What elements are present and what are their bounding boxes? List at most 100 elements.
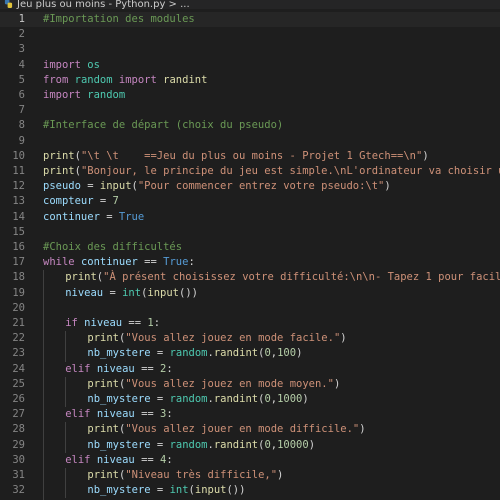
editor-tab[interactable]: Jeu plus ou moins - Python.py > ...: [0, 0, 190, 9]
code-line[interactable]: 14 continuer = True: [0, 210, 500, 225]
indent-guide: [65, 376, 66, 408]
code-token: print: [87, 332, 119, 345]
code-line[interactable]: 8 #Interface de départ (choix du pseudo): [0, 118, 500, 133]
code-text: elif niveau == 2:: [65, 362, 173, 377]
line-number: 17: [12, 256, 25, 269]
code-token: ): [308, 438, 316, 451]
code-line[interactable]: 26 nb_mystere = random.randint(0,1000): [0, 392, 500, 407]
code-line[interactable]: 12 pseudo = input("Pour commencer entrez …: [0, 179, 500, 194]
code-token: input: [99, 180, 132, 193]
code-token: niveau: [84, 317, 123, 329]
code-token: ): [302, 393, 309, 405]
code-line[interactable]: 13 compteur = 7: [0, 194, 500, 209]
code-line[interactable]: 16 #Choix des difficultés: [0, 240, 500, 255]
code-line[interactable]: 30 elif niveau == 4:: [0, 453, 500, 468]
code-line[interactable]: 21 if niveau == 1:: [0, 316, 500, 331]
code-line[interactable]: 18 print("À présent choisissez votre diff…: [0, 270, 500, 285]
code-line[interactable]: 20: [0, 301, 500, 316]
code-token: random: [87, 89, 126, 101]
code-line[interactable]: 23 nb_mystere = random.randint(0,100): [0, 346, 500, 361]
code-line[interactable]: 4 import os: [0, 58, 500, 73]
code-line[interactable]: 10 print("\t \t ==Jeu du plus ou moins - …: [0, 149, 500, 164]
code-editor[interactable]: 1 #Importation des modules 2 3 4 import os 5 fr…: [0, 9, 500, 500]
line-number: 24: [12, 362, 25, 375]
code-token: True: [118, 210, 145, 223]
code-token: "Pour commencer entrez votre pseudo:\t": [137, 180, 385, 193]
code-text: elif niveau == 4:: [65, 453, 173, 468]
code-token: randint: [213, 438, 259, 451]
code-token: =: [150, 438, 170, 451]
code-line[interactable]: 19 niveau = int(input()): [0, 286, 500, 301]
code-text: print("Bonjour, le principe du jeu est s…: [43, 164, 500, 179]
line-number: 19: [12, 286, 25, 299]
line-number: 11: [12, 165, 25, 177]
code-token: "À présent choisissez votre difficulté:\…: [103, 271, 500, 284]
code-line[interactable]: 17 while continuer == True:: [0, 255, 500, 270]
code-line[interactable]: 31 print("Niveau très difficile,"): [0, 468, 500, 483]
code-text: compteur = 7: [43, 194, 119, 209]
line-number: 5: [18, 73, 25, 86]
code-token: #Interface de départ (choix du pseudo): [43, 119, 284, 132]
line-number: 15: [12, 225, 25, 238]
code-text: print("Niveau très difficile,"): [87, 468, 283, 483]
code-token: input: [147, 286, 179, 299]
code-line[interactable]: 28 print("Vous allez jouer en mode diffic…: [0, 422, 500, 437]
code-line[interactable]: 22 print("Vous allez jouez en mode facile…: [0, 331, 500, 346]
code-token: =: [150, 393, 170, 405]
code-text: import os: [43, 58, 100, 73]
code-text: elif niveau == 3:: [65, 407, 173, 422]
code-line[interactable]: 5 from random import randint: [0, 73, 500, 88]
code-line[interactable]: 2: [0, 27, 500, 42]
code-line[interactable]: 25 print("Vous allez jouez en mode moyen.…: [0, 377, 500, 392]
code-token: int: [122, 286, 142, 299]
code-token: random: [169, 393, 208, 405]
code-token: =: [99, 210, 119, 223]
code-line[interactable]: 9: [0, 134, 500, 149]
line-number: 26: [12, 393, 25, 405]
code-line[interactable]: 6 import random: [0, 88, 500, 103]
code-line[interactable]: 24 elif niveau == 2:: [0, 362, 500, 377]
line-number: 4: [18, 58, 25, 71]
code-token: :: [166, 453, 173, 466]
code-token: if: [65, 317, 78, 329]
line-number: 21: [12, 317, 25, 329]
code-text: nb_mystere = random.randint(0,10000): [87, 438, 315, 453]
code-token: ==: [134, 408, 161, 421]
code-line[interactable]: 27 elif niveau == 3:: [0, 407, 500, 422]
code-token: ()): [179, 286, 198, 299]
editor-tab-title: Jeu plus ou moins - Python.py > ...: [17, 0, 190, 9]
code-token: randint: [213, 347, 259, 360]
code-line[interactable]: 32 nb_mystere = int(input()): [0, 483, 500, 498]
code-line[interactable]: 11 print("Bonjour, le principe du jeu est…: [0, 164, 500, 179]
code-line[interactable]: 7: [0, 103, 500, 118]
code-text: #Choix des difficultés: [43, 240, 182, 255]
line-number: 31: [12, 469, 25, 481]
code-token: ): [359, 423, 366, 436]
code-token: from: [43, 73, 69, 86]
line-number: 6: [18, 89, 25, 101]
code-line[interactable]: 3: [0, 42, 500, 57]
code-text: nb_mystere = random.randint(0,100): [87, 346, 302, 361]
code-line[interactable]: 29 nb_mystere = random.randint(0,10000): [0, 438, 500, 453]
code-text: niveau = int(input()): [65, 286, 198, 301]
line-number: 28: [12, 423, 25, 436]
code-token: =: [150, 347, 170, 360]
code-token: :: [166, 362, 173, 375]
code-line[interactable]: 1 #Importation des modules: [0, 12, 500, 28]
code-text: while continuer == True:: [43, 255, 195, 270]
code-line[interactable]: 15: [0, 225, 500, 240]
line-number: 14: [12, 210, 25, 223]
code-token: compteur: [43, 195, 94, 208]
code-token: nb_mystere: [87, 347, 151, 360]
code-text: #Importation des modules: [43, 12, 195, 27]
code-token: ==: [134, 453, 161, 466]
code-token: random: [169, 438, 208, 451]
code-token: print: [43, 165, 75, 177]
code-token: ): [296, 347, 303, 360]
code-text: print("Vous allez jouez en mode facile."…: [87, 331, 346, 346]
code-token: continuer: [80, 256, 138, 269]
code-text: print("Vous allez jouer en mode difficil…: [87, 422, 365, 437]
line-number: 3: [18, 43, 25, 56]
code-token: ): [384, 180, 391, 193]
code-token: niveau: [65, 286, 104, 299]
